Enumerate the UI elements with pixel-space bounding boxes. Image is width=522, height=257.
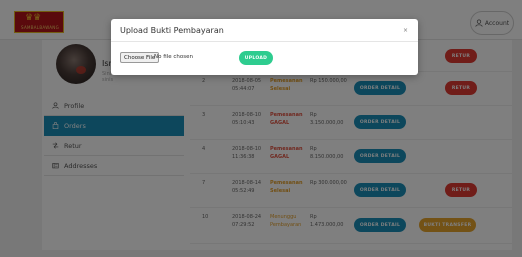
modal-title: Upload Bukti Pembayaran xyxy=(120,26,224,35)
upload-modal: Upload Bukti Pembayaran × Choose File No… xyxy=(111,19,418,75)
close-icon[interactable]: × xyxy=(403,27,408,34)
upload-button[interactable]: UPLOAD xyxy=(239,51,273,65)
modal-divider xyxy=(111,41,418,42)
file-status-text: No file chosen xyxy=(154,54,193,60)
